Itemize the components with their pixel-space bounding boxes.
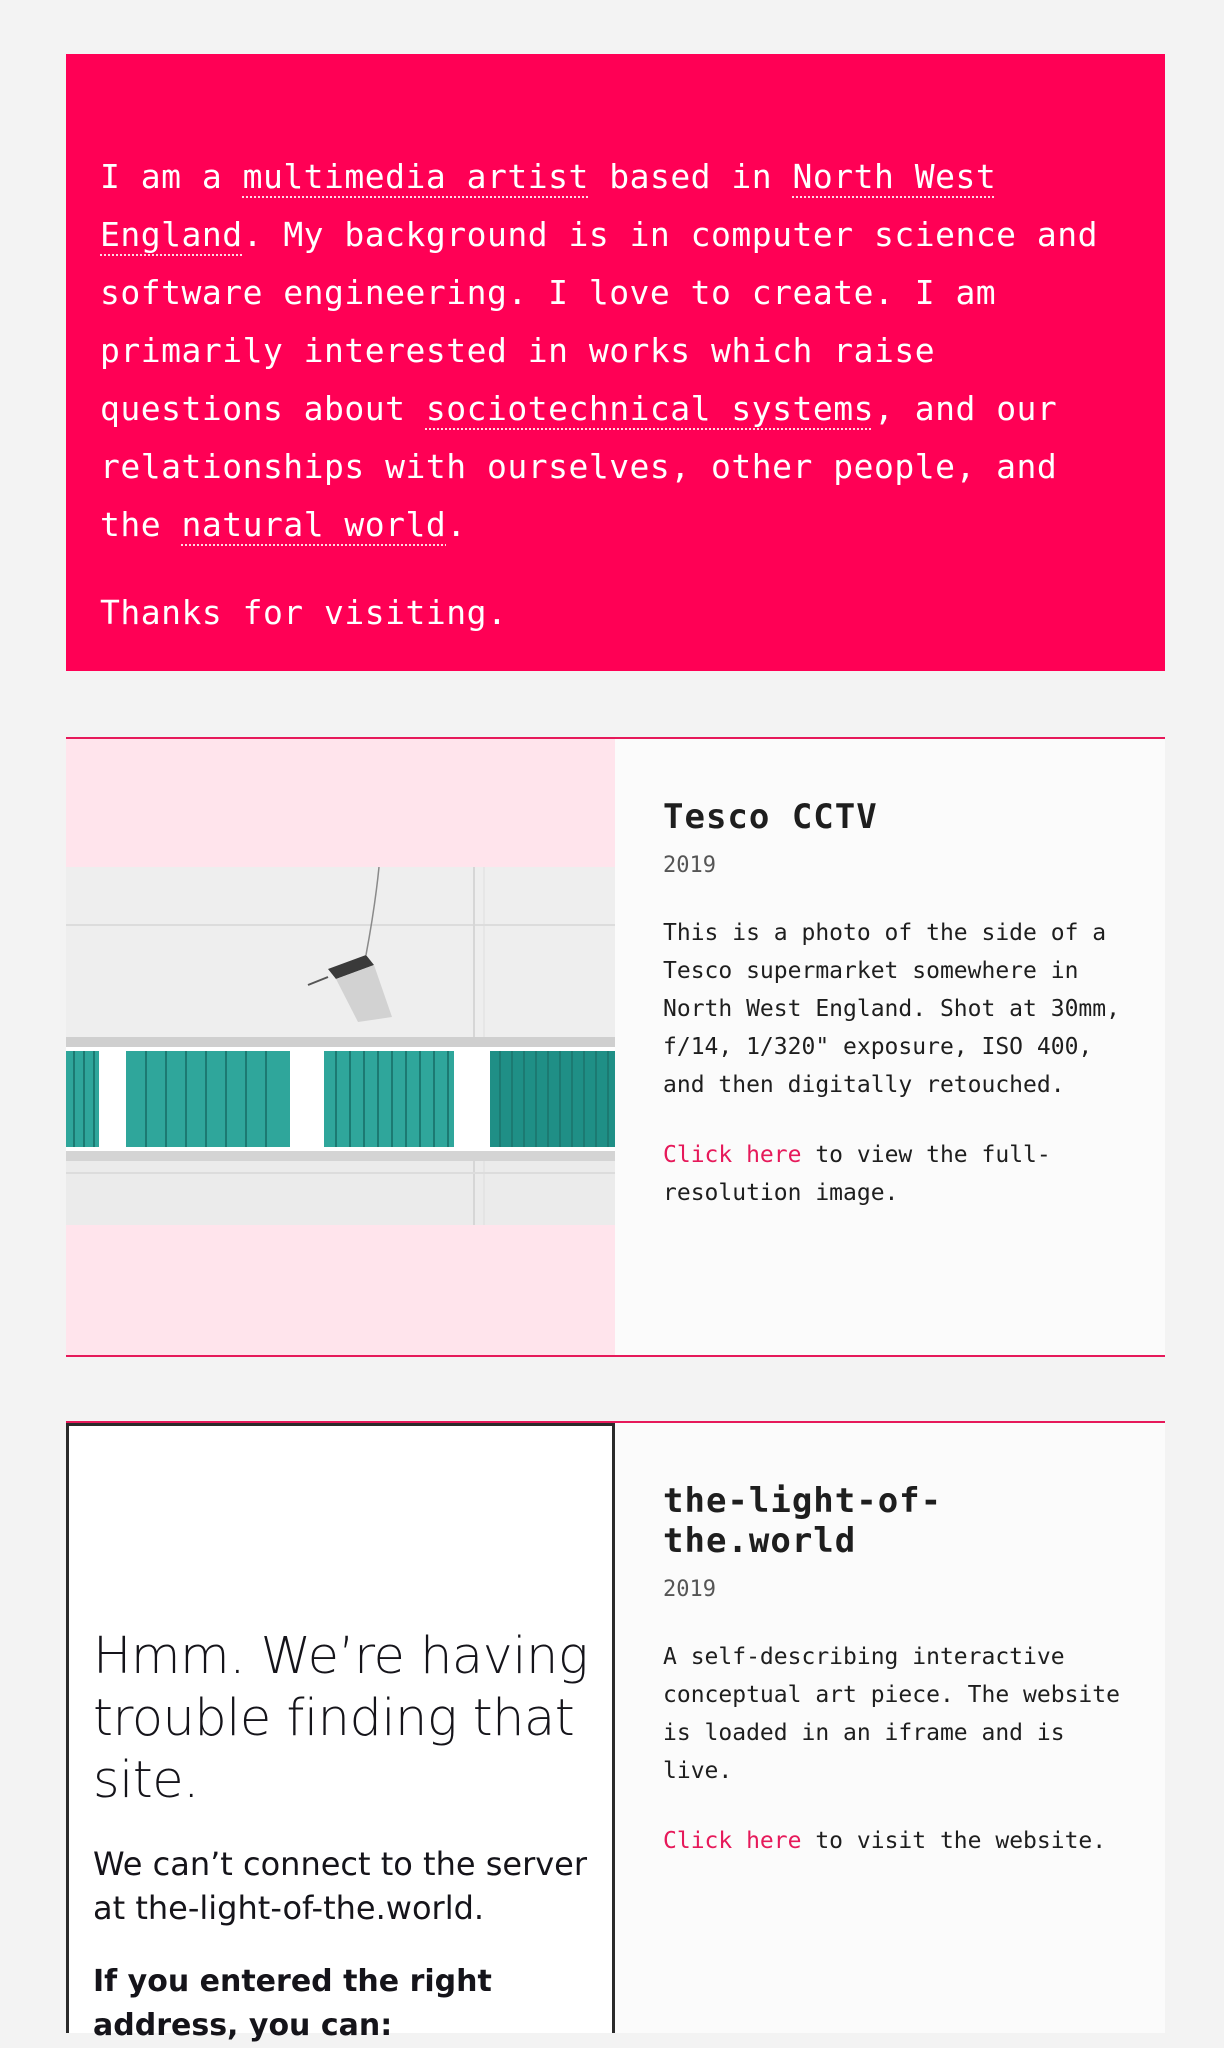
website-iframe[interactable]: Hmm. We’re having trouble finding that s… xyxy=(66,1423,615,2043)
natural-world-link[interactable]: natural world xyxy=(181,505,446,544)
sociotechnical-systems-link[interactable]: sociotechnical systems xyxy=(426,389,874,428)
error-message: We can’t connect to the server at the-li… xyxy=(93,1845,588,1927)
thanks-text: Thanks for visiting. xyxy=(100,593,508,632)
project-media xyxy=(66,739,615,1355)
project-title: Tesco CCTV xyxy=(663,797,878,837)
intro-panel: I am a multimedia artist based in North … xyxy=(66,54,1165,671)
project-title: the-light-of-the.world xyxy=(663,1481,943,1561)
project-card-tesco-cctv: Tesco CCTV 2019 This is a photo of the s… xyxy=(66,737,1165,1357)
project-description: A self-describing interactive conceptual… xyxy=(663,1644,1120,1784)
tesco-cctv-photo[interactable] xyxy=(66,867,615,1225)
view-image-link[interactable]: Click here xyxy=(663,1142,801,1168)
error-heading: Hmm. We’re having trouble finding that s… xyxy=(93,1627,588,1810)
project-description: This is a photo of the side of a Tesco s… xyxy=(663,920,1120,1098)
project-year: 2019 xyxy=(663,1577,716,1602)
project-info: the-light-of-the.world 2019 A self-descr… xyxy=(663,1423,1133,1860)
visit-website-link[interactable]: Click here xyxy=(663,1828,801,1854)
project-card-light-of-the-world: Hmm. We’re having trouble finding that s… xyxy=(66,1421,1165,2043)
project-cta: Click here to view the full-resolution i… xyxy=(663,1136,1133,1212)
project-year: 2019 xyxy=(663,853,716,878)
intro-text-segment: I am a xyxy=(100,157,243,196)
intro-text-segment: based in xyxy=(588,157,793,196)
project-cta: Click here to visit the website. xyxy=(663,1822,1133,1860)
project-cta-text: to visit the website. xyxy=(801,1828,1107,1854)
intro-text: I am a multimedia artist based in North … xyxy=(100,148,1131,554)
iframe-error-page: Hmm. We’re having trouble finding that s… xyxy=(93,1626,593,2048)
project-info: Tesco CCTV 2019 This is a photo of the s… xyxy=(663,739,1133,1212)
multimedia-artist-link[interactable]: multimedia artist xyxy=(243,157,589,196)
intro-text-segment: . xyxy=(446,505,467,544)
error-suggestion-heading: If you entered the right address, you ca… xyxy=(93,1964,492,2043)
